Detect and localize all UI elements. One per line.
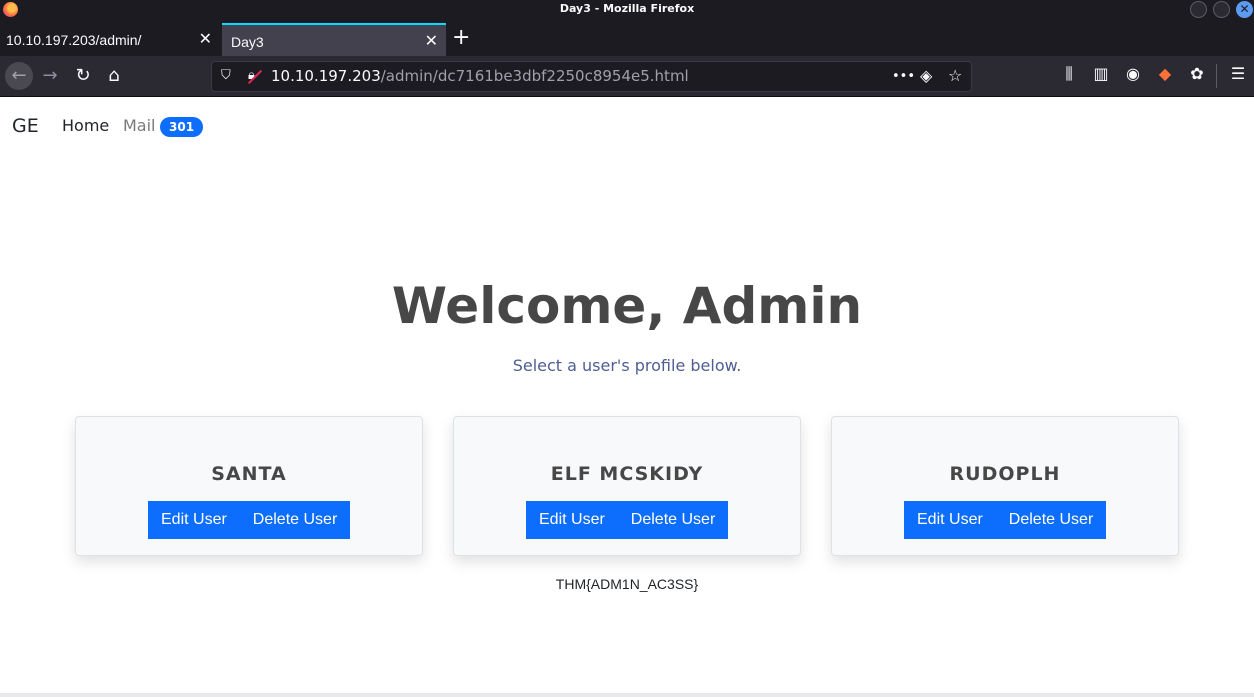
delete-user-button[interactable]: Delete User <box>617 501 729 539</box>
back-button[interactable]: ← <box>5 62 33 90</box>
tab-label: Day3 <box>231 34 264 50</box>
window-title: Day3 - Mozilla Firefox <box>559 2 695 15</box>
minimize-button[interactable] <box>1190 1 1207 18</box>
page-title: Welcome, Admin <box>391 277 863 335</box>
navigation-toolbar: ← → ↻ ⌂ ⛉ 🔒︎ 10.10.197.203/admin/dc7161b… <box>0 56 1254 97</box>
toolbar-separator <box>1216 64 1217 88</box>
tab-close-icon[interactable]: ✕ <box>425 31 438 51</box>
nav-mail-link[interactable]: Mail <box>123 116 156 135</box>
bookmark-star-icon[interactable]: ☆ <box>948 66 962 85</box>
forward-button[interactable]: → <box>38 64 62 88</box>
reload-button[interactable]: ↻ <box>71 64 95 88</box>
url-bar[interactable]: ⛉ 🔒︎ 10.10.197.203/admin/dc7161be3dbf225… <box>211 61 972 92</box>
home-button[interactable]: ⌂ <box>102 64 126 88</box>
tab-label: 10.10.197.203/admin/ <box>6 32 142 48</box>
url-host: 10.10.197.203 <box>271 67 381 85</box>
page-subtitle: Select a user's profile below. <box>512 356 742 375</box>
flag-text: THM{ADM1N_AC3SS} <box>555 576 699 592</box>
edit-user-button[interactable]: Edit User <box>148 501 240 539</box>
account-icon[interactable]: ◉ <box>1122 64 1144 83</box>
user-name: RUDOPLH <box>949 463 1061 485</box>
page-bottom-border <box>0 693 1254 697</box>
user-name: SANTA <box>211 463 287 485</box>
tab-close-icon[interactable]: ✕ <box>199 29 212 49</box>
mail-count-badge: 301 <box>160 117 204 137</box>
library-icon[interactable]: ⫼ <box>1058 64 1080 84</box>
extension-icon[interactable]: ◆ <box>1154 64 1176 83</box>
site-brand[interactable]: GE <box>12 115 39 137</box>
user-action-group: Edit User Delete User <box>148 501 351 539</box>
user-name: ELF MCSKIDY <box>550 463 704 485</box>
url-text[interactable]: 10.10.197.203/admin/dc7161be3dbf2250c895… <box>271 67 689 85</box>
page-content: GE Home Mail 301 Welcome, Admin Select a… <box>0 97 1254 697</box>
new-tab-button[interactable]: + <box>452 27 470 49</box>
delete-user-button[interactable]: Delete User <box>995 501 1107 539</box>
user-card-santa: SANTA Edit User Delete User <box>75 416 423 556</box>
sidebar-icon[interactable]: ▥ <box>1090 64 1112 83</box>
tab-day3[interactable]: Day3 ✕ <box>222 23 446 56</box>
user-action-group: Edit User Delete User <box>904 501 1107 539</box>
tab-bar: 10.10.197.203/admin/ ✕ Day3 ✕ + <box>0 20 1254 56</box>
user-card-rudoplh: RUDOPLH Edit User Delete User <box>831 416 1179 556</box>
tab-admin-index[interactable]: 10.10.197.203/admin/ ✕ <box>0 23 220 56</box>
edit-user-button[interactable]: Edit User <box>904 501 996 539</box>
cookie-editor-icon[interactable]: ✿ <box>1186 64 1208 83</box>
url-path: /admin/dc7161be3dbf2250c8954e5.html <box>380 67 689 85</box>
page-actions-icon[interactable]: ••• <box>892 69 915 84</box>
nav-home-link[interactable]: Home <box>62 116 109 135</box>
pocket-icon[interactable]: ◈ <box>920 66 932 85</box>
window-titlebar: Day3 - Mozilla Firefox ✕ <box>0 0 1254 20</box>
user-action-group: Edit User Delete User <box>526 501 729 539</box>
window-close-button[interactable]: ✕ <box>1236 1 1253 18</box>
edit-user-button[interactable]: Edit User <box>526 501 618 539</box>
delete-user-button[interactable]: Delete User <box>239 501 351 539</box>
tracking-shield-icon[interactable]: ⛉ <box>221 68 231 83</box>
user-card-elf-mcskidy: ELF MCSKIDY Edit User Delete User <box>453 416 801 556</box>
menu-icon[interactable]: ☰ <box>1227 64 1249 83</box>
maximize-button[interactable] <box>1213 1 1230 18</box>
